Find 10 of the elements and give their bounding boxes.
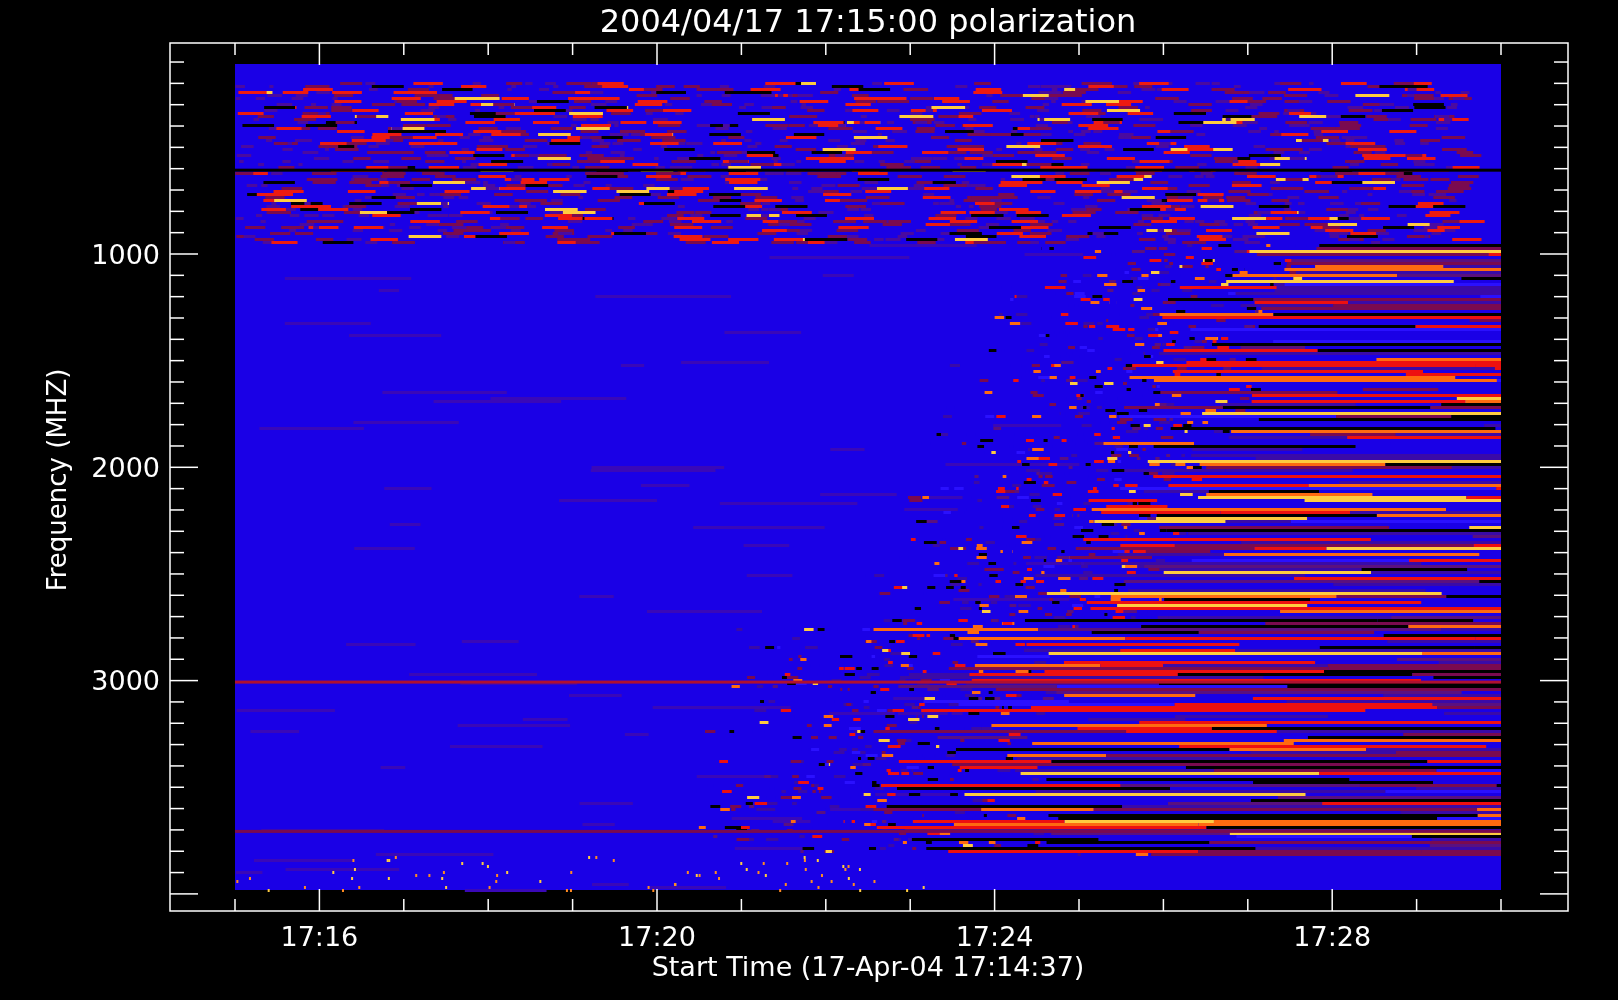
x-tick-label: 17:24 (955, 920, 1034, 952)
x-tick-label: 17:16 (280, 920, 359, 952)
y-axis-label: Frequency (MHZ) (42, 368, 72, 592)
y-tick-label: 1000 (91, 238, 160, 270)
y-tick-label: 2000 (91, 451, 160, 483)
plot-title: 2004/04/17 17:15:00 polarization (599, 2, 1137, 40)
x-axis-label: Start Time (17-Apr-04 17:14:37) (651, 950, 1085, 982)
y-tick-label: 3000 (91, 665, 160, 697)
x-tick-label: 17:20 (618, 920, 696, 952)
x-tick-label: 17:28 (1293, 920, 1372, 952)
